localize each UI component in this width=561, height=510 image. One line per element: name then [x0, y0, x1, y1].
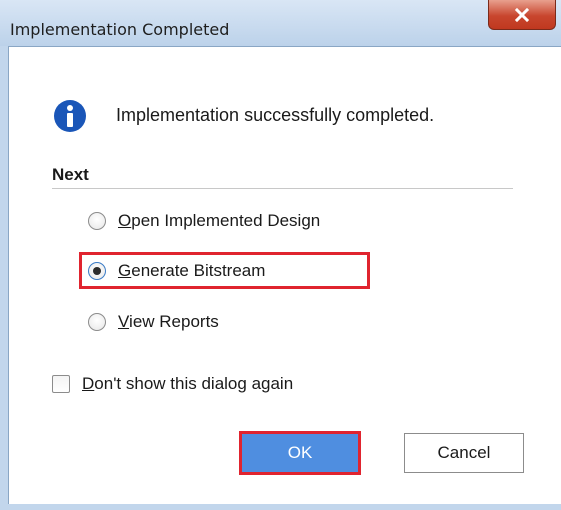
next-section-title: Next: [52, 165, 89, 184]
option-label: View Reports: [118, 312, 219, 331]
option-open-implemented-design[interactable]: Open Implemented Design: [88, 207, 320, 235]
cancel-button[interactable]: Cancel: [404, 433, 524, 473]
dont-show-again-label: Don't show this dialog again: [82, 374, 294, 393]
window-bottom-border: [0, 504, 561, 510]
info-icon: [54, 100, 86, 132]
ok-button[interactable]: OK: [239, 431, 361, 475]
radio-open-implemented-design[interactable]: [88, 212, 106, 230]
close-button[interactable]: [488, 0, 556, 30]
dont-show-again-checkbox[interactable]: [52, 375, 70, 393]
title-bar[interactable]: Implementation Completed: [0, 0, 561, 46]
dont-show-again-option[interactable]: Don't show this dialog again: [52, 371, 293, 397]
close-icon: [515, 7, 529, 22]
option-label: Open Implemented Design: [118, 211, 321, 230]
section-divider: [52, 188, 513, 189]
status-message: Implementation successfully completed.: [116, 105, 435, 125]
option-view-reports[interactable]: View Reports: [88, 308, 219, 336]
dialog-window: Implementation Completed Implementation …: [0, 0, 561, 510]
radio-view-reports[interactable]: [88, 313, 106, 331]
highlight-box-generate-bitstream: [79, 252, 370, 289]
dialog-content: Implementation successfully completed. N…: [8, 46, 561, 504]
dialog-title: Implementation Completed: [10, 20, 230, 39]
